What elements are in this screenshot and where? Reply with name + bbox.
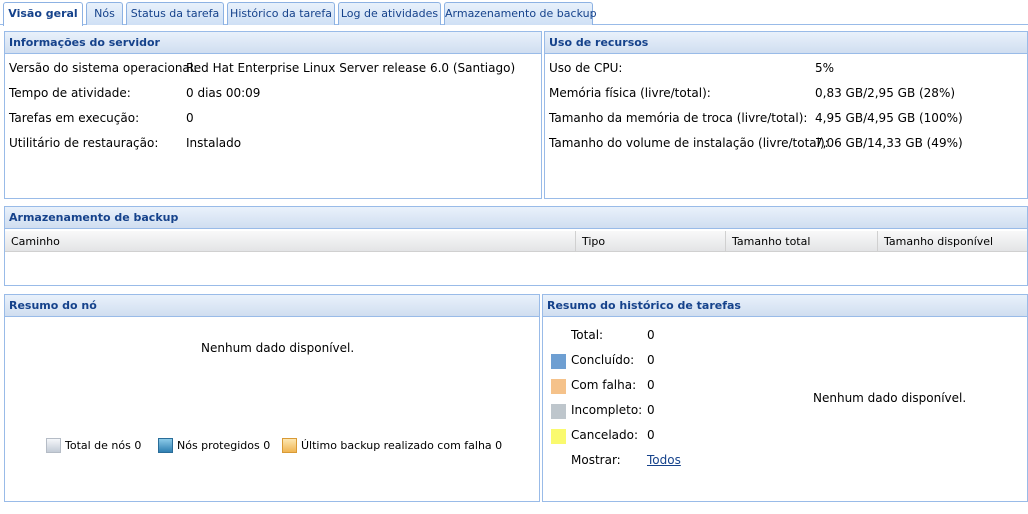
tab-overview[interactable]: Visão geral [3, 2, 83, 26]
swap-memory-value: 4,95 GB/4,95 GB (100%) [815, 111, 963, 125]
server-info-title: Informações do servidor [5, 32, 541, 54]
uptime-value: 0 dias 00:09 [186, 86, 261, 100]
tab-nodes[interactable]: Nós [86, 2, 123, 25]
total-label: Total: [571, 328, 604, 342]
cpu-usage-value: 5% [815, 61, 835, 75]
legend-total-nodes: Total de nós 0 [46, 438, 141, 453]
task-history-panel: Resumo do histórico de tarefas Total: 0 … [542, 294, 1028, 502]
show-all-link[interactable]: Todos [647, 453, 681, 467]
incomplete-value: 0 [647, 403, 655, 417]
column-path[interactable]: Caminho [5, 231, 576, 252]
legend-last-backup-failed-label: Último backup realizado com falha 0 [301, 439, 503, 452]
node-summary-empty-message: Nenhum dado disponível. [201, 341, 355, 355]
server-info-panel: Informações do servidor Versão do sistem… [4, 31, 542, 199]
task-history-empty-message: Nenhum dado disponível. [813, 391, 967, 405]
completed-label: Concluído: [571, 353, 635, 367]
legend-total-nodes-label: Total de nós 0 [65, 439, 142, 452]
incomplete-label: Incompleto: [571, 403, 643, 417]
task-history-title: Resumo do histórico de tarefas [543, 295, 1027, 317]
physical-memory-label: Memória física (livre/total): [549, 86, 711, 100]
column-type[interactable]: Tipo [576, 231, 726, 252]
os-version-label: Versão do sistema operacional: [9, 61, 198, 75]
backup-storage-grid-header: Caminho Tipo Tamanho total Tamanho dispo… [5, 231, 1027, 252]
show-label: Mostrar: [571, 453, 621, 467]
running-jobs-label: Tarefas em execução: [9, 111, 140, 125]
legend-protected-nodes-label: Nós protegidos 0 [177, 439, 271, 452]
total-value: 0 [647, 328, 655, 342]
cpu-usage-label: Uso de CPU: [549, 61, 623, 75]
legend-last-backup-failed: Último backup realizado com falha 0 [282, 438, 502, 453]
restore-utility-value: Instalado [186, 136, 242, 150]
canceled-value: 0 [647, 428, 655, 442]
completed-swatch [551, 354, 566, 369]
legend-protected-nodes: Nós protegidos 0 [158, 438, 270, 453]
canceled-swatch [551, 429, 566, 444]
total-nodes-swatch [46, 438, 61, 453]
node-summary-title: Resumo do nó [5, 295, 539, 317]
tab-activity-log[interactable]: Log de atividades [338, 2, 441, 25]
tab-bar: Visão geral Nós Status da tarefa Históri… [0, 0, 1028, 26]
failed-backup-swatch [282, 438, 297, 453]
tab-task-status[interactable]: Status da tarefa [126, 2, 224, 25]
physical-memory-value: 0,83 GB/2,95 GB (28%) [815, 86, 956, 100]
running-jobs-value: 0 [186, 111, 194, 125]
install-volume-value: 7,06 GB/14,33 GB (49%) [815, 136, 963, 150]
backup-storage-panel: Armazenamento de backup Caminho Tipo Tam… [4, 206, 1028, 286]
column-available-size[interactable]: Tamanho disponível [878, 231, 1027, 252]
incomplete-swatch [551, 404, 566, 419]
canceled-label: Cancelado: [571, 428, 639, 442]
resource-usage-panel: Uso de recursos Uso de CPU: 5% Memória f… [544, 31, 1028, 199]
resource-usage-title: Uso de recursos [545, 32, 1027, 54]
node-summary-panel: Resumo do nó Nenhum dado disponível. Tot… [4, 294, 540, 502]
swap-memory-label: Tamanho da memória de troca (livre/total… [549, 111, 808, 125]
completed-value: 0 [647, 353, 655, 367]
uptime-label: Tempo de atividade: [9, 86, 131, 100]
protected-nodes-swatch [158, 438, 173, 453]
os-version-value: Red Hat Enterprise Linux Server release … [186, 61, 516, 75]
tab-task-history[interactable]: Histórico da tarefa [227, 2, 335, 25]
failed-swatch [551, 379, 566, 394]
install-volume-label: Tamanho do volume de instalação (livre/t… [549, 136, 829, 150]
column-total-size[interactable]: Tamanho total [726, 231, 878, 252]
failed-label: Com falha: [571, 378, 637, 392]
failed-value: 0 [647, 378, 655, 392]
backup-storage-title: Armazenamento de backup [5, 207, 1027, 229]
tab-backup-storage[interactable]: Armazenamento de backup [444, 2, 597, 25]
restore-utility-label: Utilitário de restauração: [9, 136, 159, 150]
